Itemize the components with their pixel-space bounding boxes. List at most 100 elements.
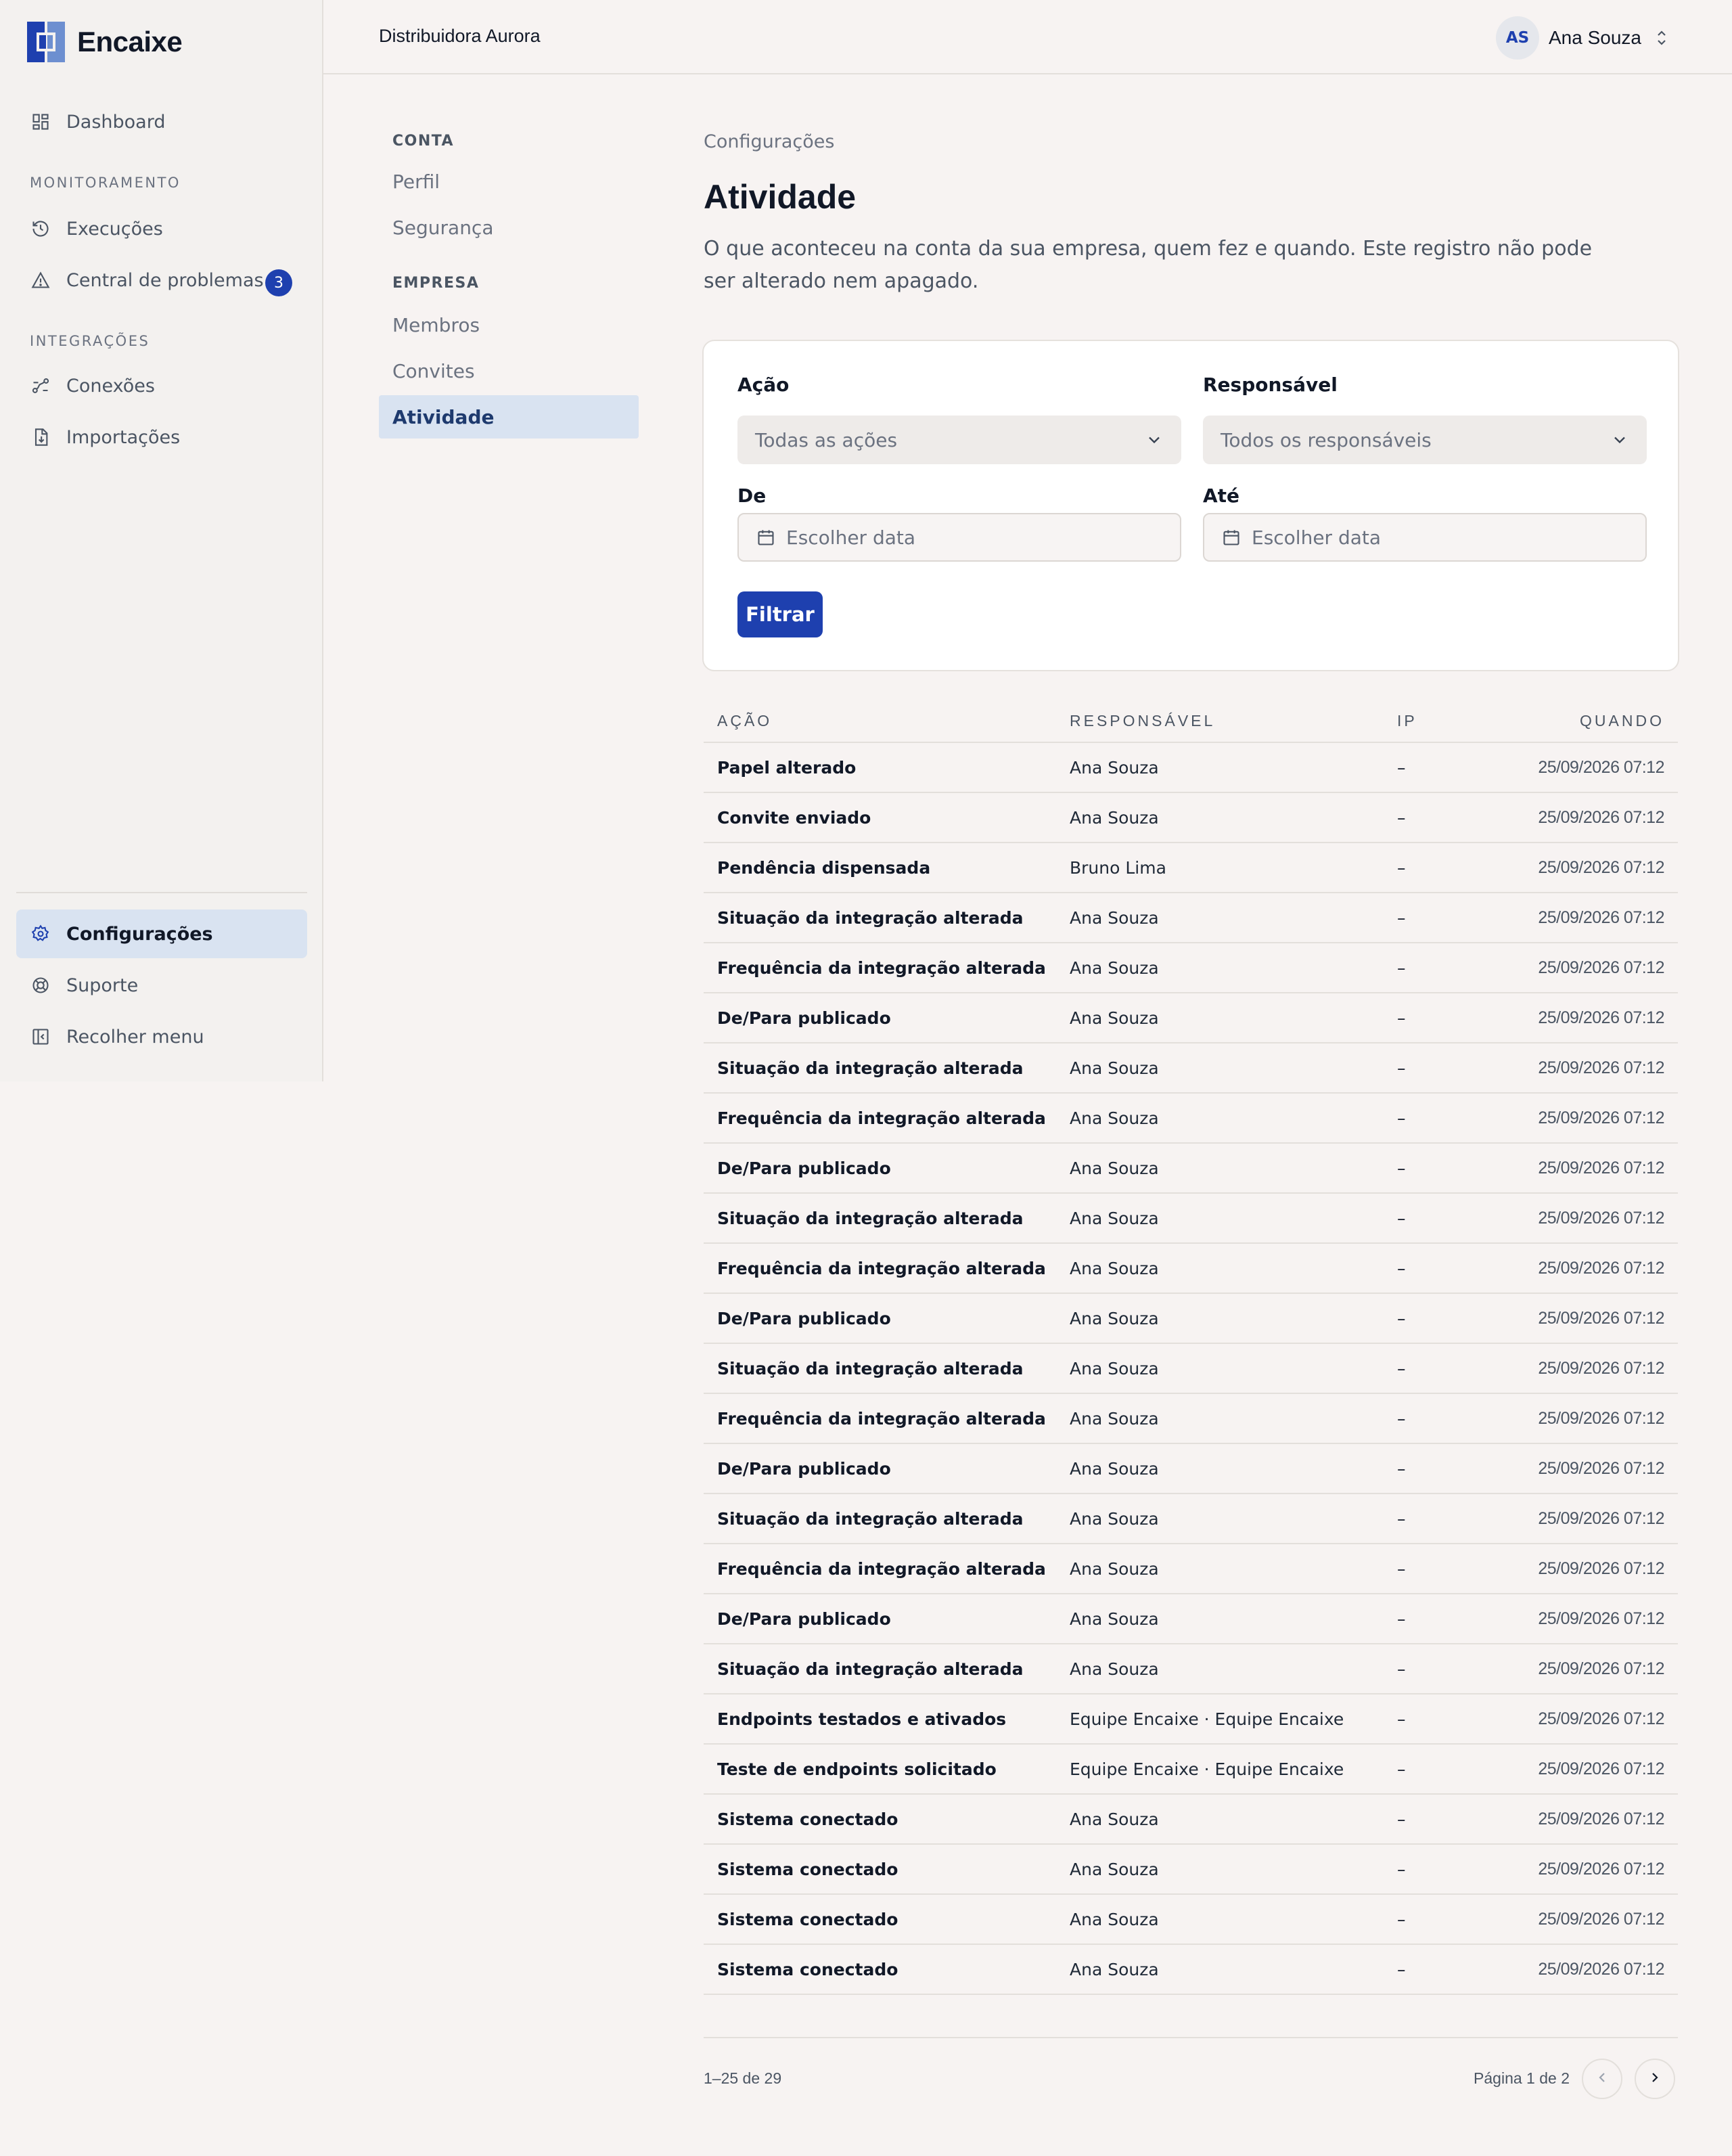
action-filter-value: Todas as ações bbox=[755, 428, 898, 451]
cell-when: 25/09/2026 07:12 bbox=[1538, 1259, 1664, 1278]
cell-when: 25/09/2026 07:12 bbox=[1538, 1960, 1664, 1979]
cell-action: Situação da integração alterada bbox=[717, 1659, 1024, 1679]
cell-user: Ana Souza bbox=[1070, 1960, 1159, 1979]
cell-user: Ana Souza bbox=[1070, 1008, 1159, 1028]
cell-ip: – bbox=[1397, 1259, 1406, 1278]
sidebar-divider bbox=[16, 892, 307, 893]
cell-when: 25/09/2026 07:12 bbox=[1538, 1108, 1664, 1127]
sidebar-item-dashboard[interactable]: Dashboard bbox=[16, 97, 307, 146]
table-row: Situação da integração alterada Ana Souza… bbox=[704, 1494, 1678, 1544]
table-row: De/Para publicado Ana Souza – 25/09/2026 07… bbox=[704, 993, 1678, 1043]
column-header-action: AÇÃO bbox=[717, 712, 773, 729]
gear-icon bbox=[30, 923, 51, 945]
subnav-item-activity[interactable]: Atividade bbox=[379, 395, 639, 439]
page-title: Atividade bbox=[704, 178, 857, 216]
cell-ip: – bbox=[1397, 858, 1406, 878]
user-name: Ana Souza bbox=[1549, 27, 1641, 48]
cell-ip: – bbox=[1397, 1709, 1406, 1729]
table-row: Situação da integração alterada Ana Souza… bbox=[704, 1043, 1678, 1094]
cell-when: 25/09/2026 07:12 bbox=[1538, 1910, 1664, 1929]
table-row: De/Para publicado Ana Souza – 25/09/2026 07… bbox=[704, 1144, 1678, 1194]
cell-when: 25/09/2026 07:12 bbox=[1538, 1409, 1664, 1428]
subnav-section-company: EMPRESA bbox=[392, 275, 480, 292]
breadcrumb[interactable]: Configurações bbox=[704, 131, 834, 152]
cell-when: 25/09/2026 07:12 bbox=[1538, 958, 1664, 977]
from-date-placeholder: Escolher data bbox=[786, 526, 916, 549]
cell-user: Ana Souza bbox=[1070, 1159, 1159, 1178]
cell-when: 25/09/2026 07:12 bbox=[1538, 1659, 1664, 1678]
action-filter-select[interactable]: Todas as ações bbox=[737, 416, 1181, 464]
avatar: AS bbox=[1496, 16, 1539, 60]
calendar-icon bbox=[1222, 527, 1242, 547]
user-filter-value: Todos os responsáveis bbox=[1221, 428, 1432, 451]
cell-action: Sistema conectado bbox=[717, 1960, 898, 1979]
cell-ip: – bbox=[1397, 1960, 1406, 1979]
sidebar-section-monitoring: MONITORAMENTO bbox=[30, 175, 181, 191]
table-row: De/Para publicado Ana Souza – 25/09/2026 07… bbox=[704, 1294, 1678, 1344]
filter-card: Ação Todas as ações Responsável Todos os… bbox=[702, 340, 1679, 671]
sidebar-item-support[interactable]: Suporte bbox=[16, 961, 307, 1010]
sidebar-item-problems[interactable]: Central de problemas 3 bbox=[16, 256, 307, 305]
sidebar: Encaixe Dashboard MONITORAMENTO Execuçõe… bbox=[0, 0, 323, 1081]
subnav-item-members[interactable]: Membros bbox=[379, 303, 639, 346]
table-row: Situação da integração alterada Ana Souza… bbox=[704, 1644, 1678, 1694]
table-row: De/Para publicado Ana Souza – 25/09/2026 07… bbox=[704, 1594, 1678, 1644]
cell-when: 25/09/2026 07:12 bbox=[1538, 1459, 1664, 1478]
sidebar-item-settings[interactable]: Configurações bbox=[16, 909, 307, 958]
cell-user: Ana Souza bbox=[1070, 1108, 1159, 1128]
problems-count-badge: 3 bbox=[265, 269, 292, 296]
sidebar-item-collapse[interactable]: Recolher menu bbox=[16, 1012, 307, 1061]
table-body: Papel alterado Ana Souza – 25/09/2026 07:12… bbox=[704, 743, 1678, 1995]
cell-action: Frequência da integração alterada bbox=[717, 1259, 1046, 1278]
cell-user: Equipe Encaixe · Equipe Encaixe bbox=[1070, 1709, 1344, 1729]
subnav-item-invites[interactable]: Convites bbox=[379, 349, 639, 392]
cell-user: Ana Souza bbox=[1070, 1459, 1159, 1479]
cell-user: Ana Souza bbox=[1070, 1910, 1159, 1929]
cell-action: Frequência da integração alterada bbox=[717, 958, 1046, 978]
to-date-placeholder: Escolher data bbox=[1252, 526, 1382, 549]
table-row: Endpoints testados e ativados Equipe Enca… bbox=[704, 1694, 1678, 1745]
cell-ip: – bbox=[1397, 1209, 1406, 1228]
cell-action: De/Para publicado bbox=[717, 1459, 891, 1479]
pagination-page: Página 1 de 2 bbox=[1474, 2069, 1570, 2087]
table-row: Frequência da integração alterada Ana Sou… bbox=[704, 1094, 1678, 1144]
cell-action: Situação da integração alterada bbox=[717, 1058, 1024, 1078]
next-page-button[interactable] bbox=[1635, 2059, 1675, 2099]
cell-ip: – bbox=[1397, 958, 1406, 978]
cell-user: Ana Souza bbox=[1070, 1860, 1159, 1879]
subnav-item-profile[interactable]: Perfil bbox=[379, 160, 639, 203]
cell-action: Situação da integração alterada bbox=[717, 1359, 1024, 1378]
from-date-input[interactable]: Escolher data bbox=[737, 513, 1181, 562]
table-row: Sistema conectado Ana Souza – 25/09/2026 07… bbox=[704, 1945, 1678, 1995]
sidebar-item-executions[interactable]: Execuções bbox=[16, 204, 307, 253]
cell-user: Ana Souza bbox=[1070, 908, 1159, 928]
cell-ip: – bbox=[1397, 908, 1406, 928]
sidebar-item-imports[interactable]: Importações bbox=[16, 413, 307, 462]
subnav-item-security[interactable]: Segurança bbox=[379, 206, 639, 249]
previous-page-button[interactable] bbox=[1582, 2059, 1622, 2099]
cell-action: De/Para publicado bbox=[717, 1159, 891, 1178]
cell-user: Ana Souza bbox=[1070, 958, 1159, 978]
cell-user: Ana Souza bbox=[1070, 1409, 1159, 1429]
sidebar-item-label: Conexões bbox=[66, 375, 155, 397]
table-row: Situação da integração alterada Ana Souza… bbox=[704, 1344, 1678, 1394]
cell-action: Situação da integração alterada bbox=[717, 1509, 1024, 1529]
table-row: De/Para publicado Ana Souza – 25/09/2026 07… bbox=[704, 1444, 1678, 1494]
user-filter-select[interactable]: Todos os responsáveis bbox=[1203, 416, 1647, 464]
column-header-user: RESPONSÁVEL bbox=[1070, 712, 1216, 729]
user-menu[interactable]: AS Ana Souza bbox=[1496, 16, 1670, 60]
chevron-down-icon bbox=[1145, 430, 1164, 449]
cell-action: Sistema conectado bbox=[717, 1860, 898, 1879]
table-row: Frequência da integração alterada Ana Sou… bbox=[704, 1394, 1678, 1444]
sidebar-item-label: Importações bbox=[66, 426, 181, 448]
cell-ip: – bbox=[1397, 808, 1406, 828]
cell-when: 25/09/2026 07:12 bbox=[1538, 858, 1664, 877]
to-date-input[interactable]: Escolher data bbox=[1203, 513, 1647, 562]
cell-user: Ana Souza bbox=[1070, 1359, 1159, 1378]
connections-icon bbox=[30, 375, 51, 397]
activity-table: AÇÃO RESPONSÁVEL IP QUANDO Papel alterad… bbox=[704, 697, 1678, 1995]
chevron-left-icon bbox=[1594, 2069, 1610, 2088]
filter-button[interactable]: Filtrar bbox=[737, 591, 823, 637]
sidebar-item-connections[interactable]: Conexões bbox=[16, 361, 307, 410]
brand[interactable]: Encaixe bbox=[27, 22, 183, 62]
